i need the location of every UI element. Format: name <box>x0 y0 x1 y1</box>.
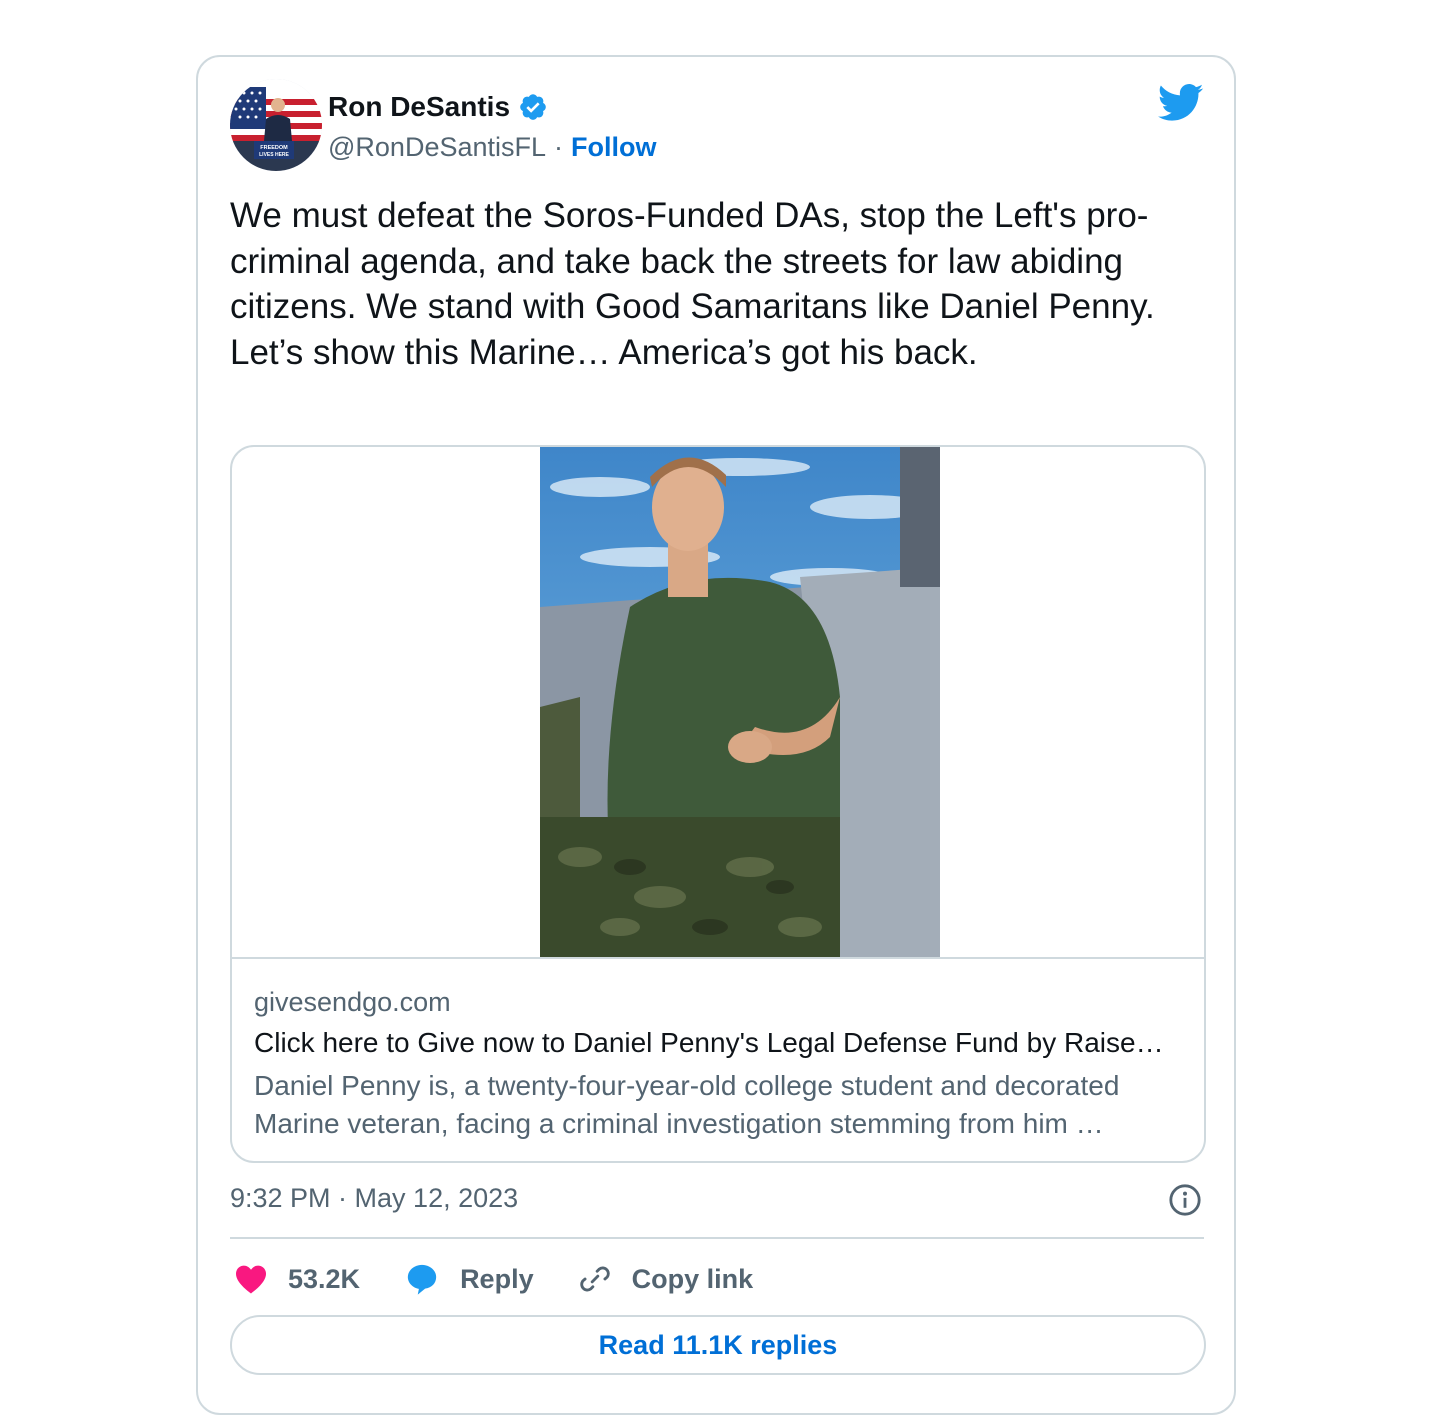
tweet-timestamp[interactable]: 9:32 PM · May 12, 2023 <box>230 1183 518 1214</box>
avatar-sign-line1: FREEDOM <box>260 145 288 151</box>
like-count: 53.2K <box>288 1263 361 1294</box>
actions-divider <box>230 1237 1204 1239</box>
like-button[interactable]: 53.2K <box>234 1264 360 1295</box>
author-handle[interactable]: @RonDeSantisFL <box>328 132 546 163</box>
link-icon <box>579 1266 610 1292</box>
copy-link-button[interactable]: Copy link <box>578 1262 754 1296</box>
link-card-divider <box>232 957 1204 959</box>
author-avatar[interactable]: FREEDOM LIVES HERE <box>230 79 322 171</box>
reply-button[interactable]: Reply <box>404 1262 534 1296</box>
link-preview-image[interactable] <box>540 447 940 957</box>
copy-link-label: Copy link <box>631 1263 754 1294</box>
read-replies-button[interactable]: Read 11.1K replies <box>230 1315 1206 1375</box>
follow-button[interactable]: Follow <box>571 132 656 163</box>
verified-badge-icon <box>520 94 546 120</box>
info-icon[interactable] <box>1168 1183 1202 1217</box>
handle-separator: · <box>554 131 564 162</box>
reply-label: Reply <box>460 1263 534 1294</box>
tweet-embed-card: FREEDOM LIVES HERE Ron DeSantis @RonDeSa… <box>196 55 1236 1415</box>
tweet-text: We must defeat the Soros-Funded DAs, sto… <box>230 196 1155 372</box>
avatar-sign-line2: LIVES HERE <box>259 152 289 158</box>
author-name[interactable]: Ron DeSantis <box>328 91 510 123</box>
link-title: Click here to Give now to Daniel Penny's… <box>254 1027 1164 1058</box>
link-preview-card[interactable]: givesendgo.com Click here to Give now to… <box>230 445 1206 1163</box>
heart-icon <box>236 1265 266 1294</box>
reply-bubble-icon <box>407 1264 437 1295</box>
link-domain: givesendgo.com <box>254 987 451 1017</box>
tweet-actions: 53.2K Reply Copy link <box>234 1257 797 1301</box>
author-info: Ron DeSantis @RonDeSantisFL · Follow <box>328 87 657 167</box>
twitter-bird-icon[interactable] <box>1158 83 1204 123</box>
link-description: Daniel Penny is, a twenty-four-year-old … <box>254 1070 1120 1139</box>
